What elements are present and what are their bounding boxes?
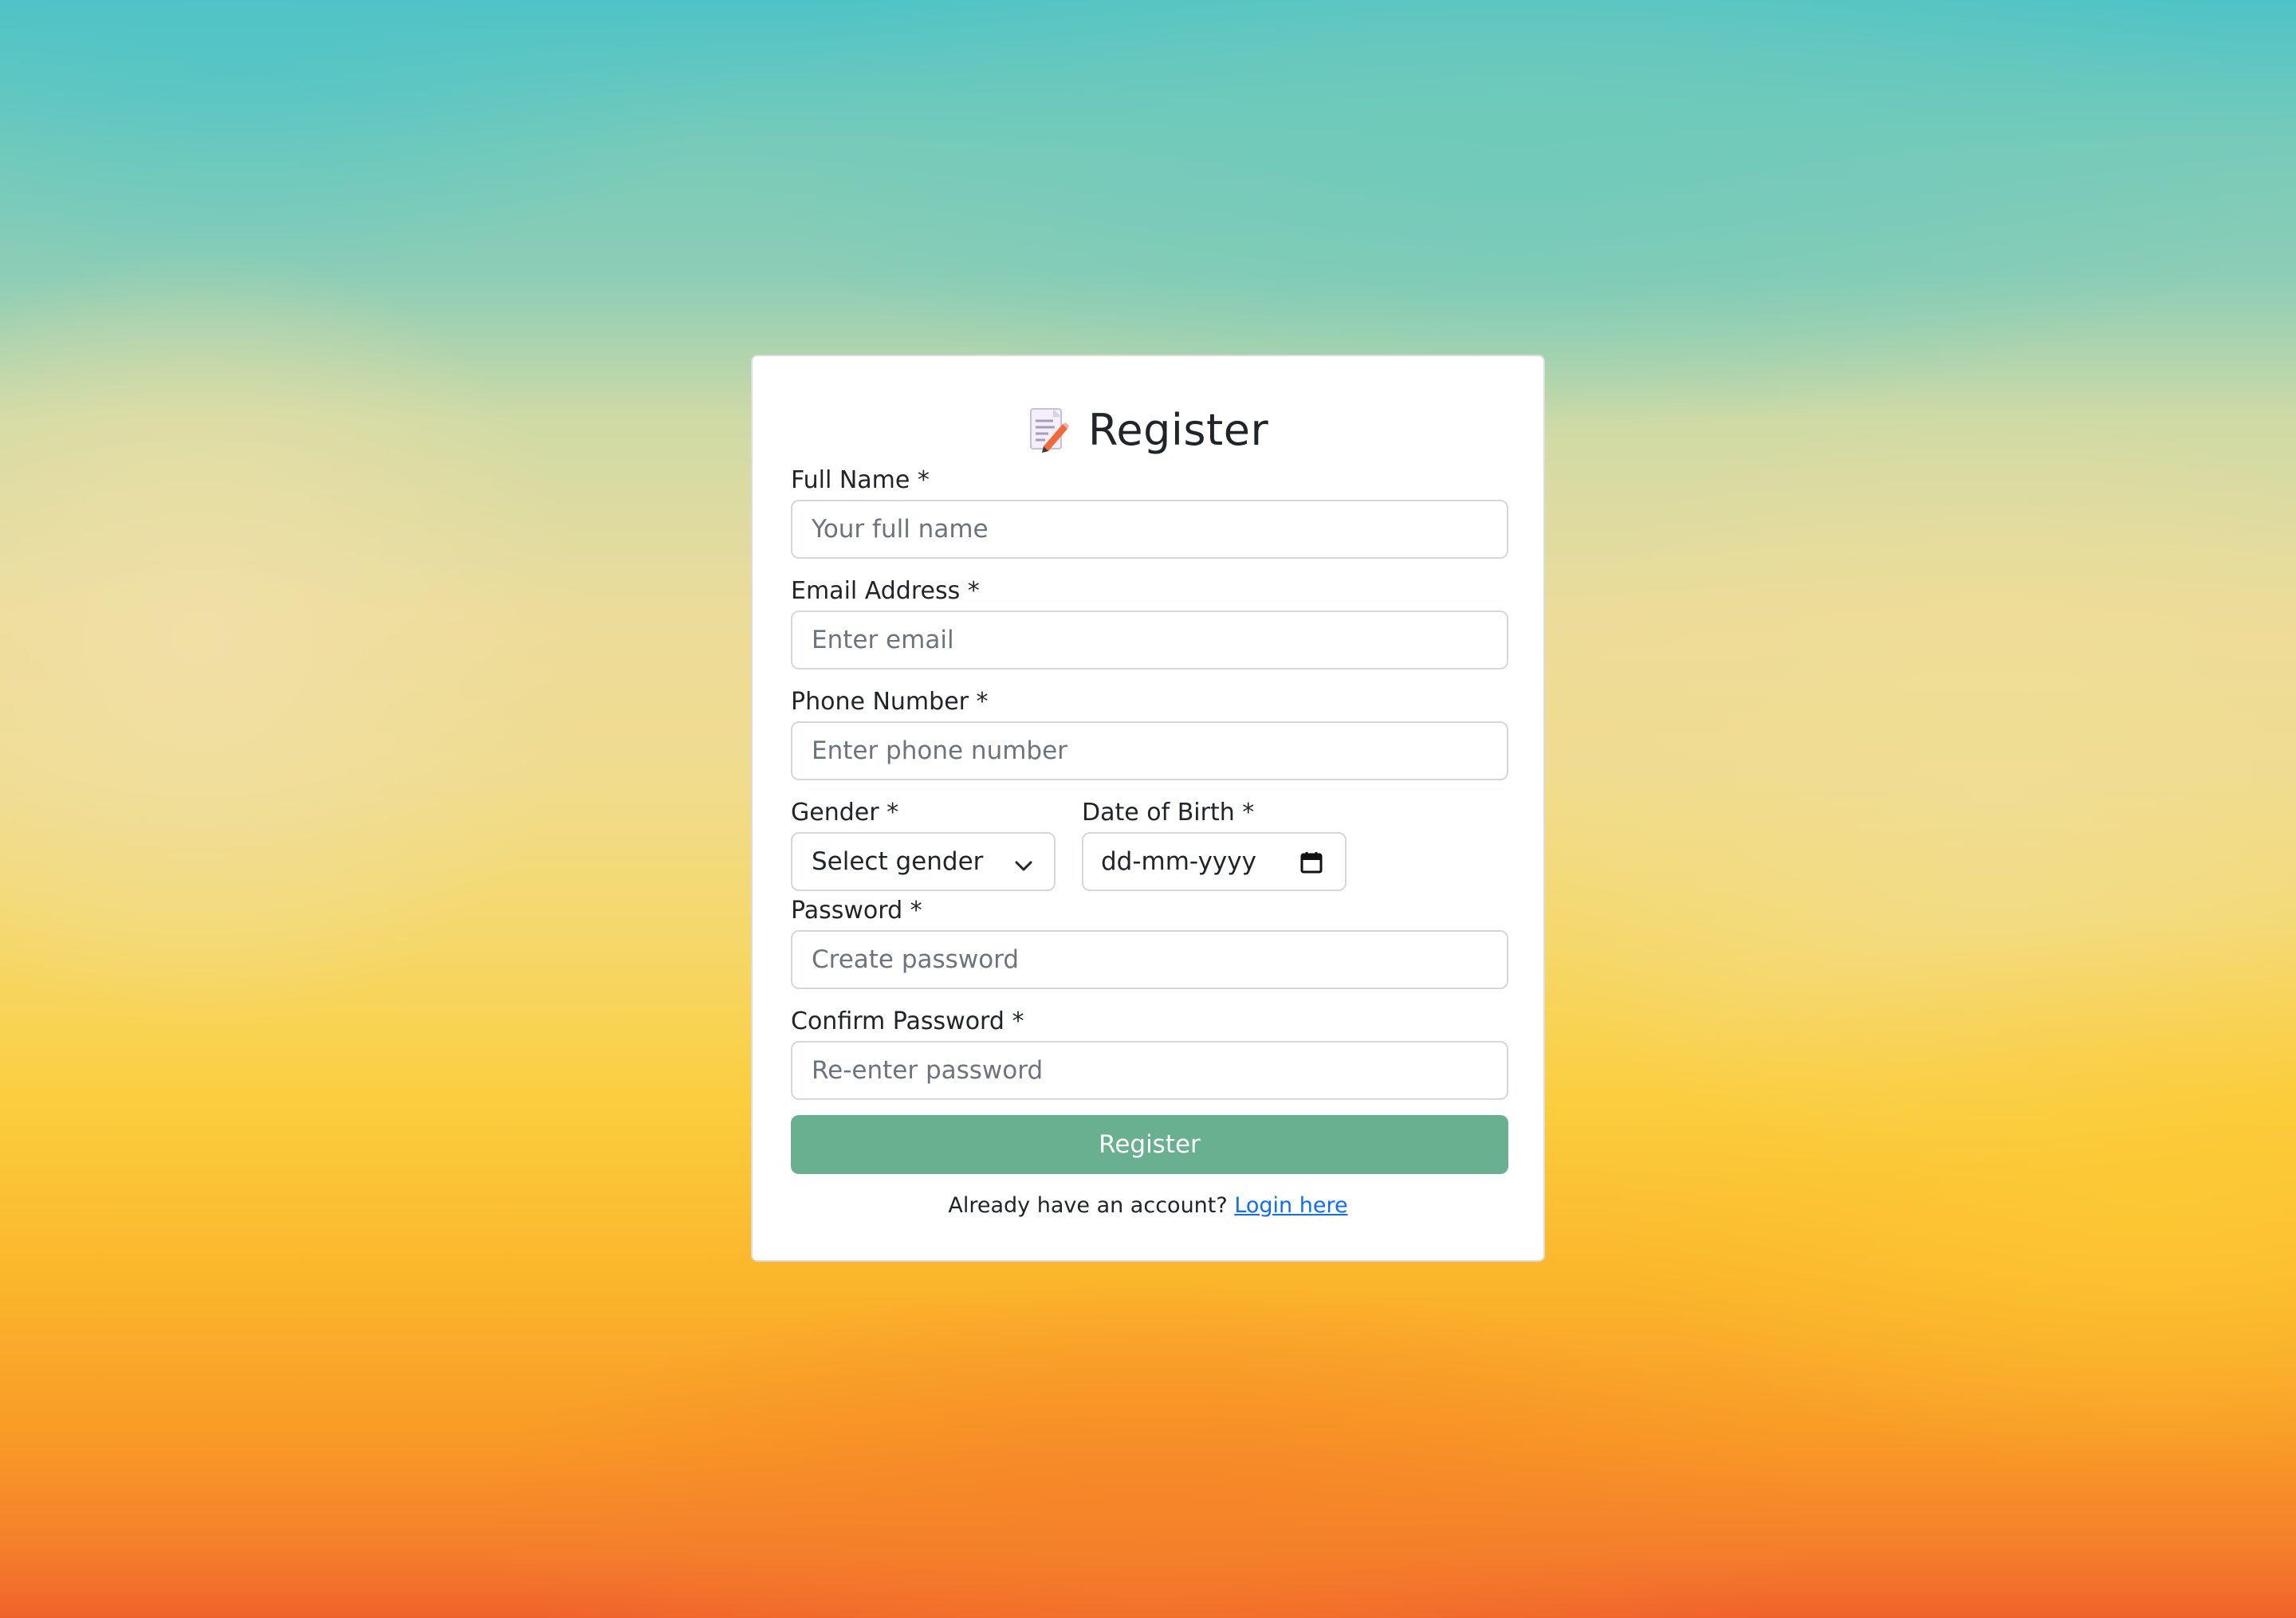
full-name-placeholder: Your full name [812,515,989,544]
phone-input[interactable]: Enter phone number [791,721,1508,780]
calendar-icon[interactable] [1300,851,1323,874]
email-input[interactable]: Enter email [791,611,1508,670]
title-row: Register [753,398,1543,461]
dob-label: Date of Birth * [1082,799,1255,827]
register-button[interactable]: Register [791,1115,1508,1174]
login-prompt-text: Already have an account? [948,1193,1228,1218]
full-name-input[interactable]: Your full name [791,500,1508,559]
confirm-password-placeholder: Re-enter password [812,1056,1044,1085]
confirm-password-label: Confirm Password * [791,1007,1024,1035]
chevron-down-icon [1014,853,1033,872]
password-input[interactable]: Create password [791,930,1508,989]
memo-icon [1028,406,1069,453]
email-label: Email Address * [791,577,980,605]
login-link[interactable]: Login here [1234,1193,1347,1218]
gender-select[interactable]: Select gender [791,832,1056,891]
confirm-password-input[interactable]: Re-enter password [791,1041,1508,1100]
dob-input[interactable]: dd-mm-yyyy [1082,832,1347,891]
email-placeholder: Enter email [812,626,954,654]
page-title: Register [1087,404,1269,455]
login-prompt: Already have an account? Login here [753,1193,1543,1218]
password-placeholder: Create password [812,945,1020,974]
gender-label: Gender * [791,799,899,827]
phone-placeholder: Enter phone number [812,736,1067,765]
register-card: Register Full Name * Your full name Emai… [751,355,1545,1262]
full-name-label: Full Name * [791,466,930,494]
password-label: Password * [791,897,922,925]
dob-placeholder: dd-mm-yyyy [1101,847,1256,876]
gender-selected-value: Select gender [812,847,984,876]
phone-label: Phone Number * [791,688,989,716]
